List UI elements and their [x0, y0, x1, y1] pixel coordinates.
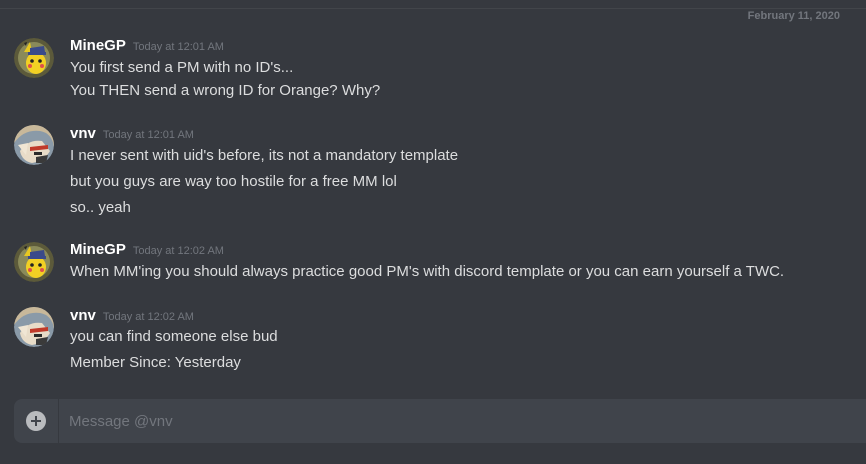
message-header: vnv Today at 12:02 AM	[70, 307, 194, 325]
avatar[interactable]	[14, 242, 54, 282]
anime-character-avatar-icon	[14, 307, 54, 347]
anime-character-avatar-icon	[14, 125, 54, 165]
message-header: MineGP Today at 12:01 AM	[70, 37, 224, 55]
date-divider: February 11, 2020	[0, 8, 866, 23]
message-text: so.. yeah	[70, 199, 131, 216]
timestamp: Today at 12:02 AM	[132, 245, 224, 257]
timestamp: Today at 12:02 AM	[102, 311, 194, 323]
message-input[interactable]	[69, 399, 849, 443]
avatar[interactable]	[14, 307, 54, 347]
pikachu-detective-avatar-icon	[14, 242, 54, 282]
avatar[interactable]	[14, 125, 54, 165]
timestamp: Today at 12:01 AM	[102, 129, 194, 141]
message-text: You THEN send a wrong ID for Orange? Why…	[70, 82, 381, 99]
message-text: but you guys are way too hostile for a f…	[70, 173, 397, 190]
username[interactable]: vnv	[70, 307, 96, 324]
timestamp: Today at 12:01 AM	[132, 41, 224, 53]
message-header: MineGP Today at 12:02 AM	[70, 241, 224, 259]
message-text: You first send a PM with no ID's...	[70, 59, 294, 76]
message-text: I never sent with uid's before, its not …	[70, 147, 459, 164]
username[interactable]: vnv	[70, 125, 96, 142]
message-text: Member Since: Yesterday	[70, 354, 241, 371]
composer-divider	[58, 399, 59, 443]
plus-circle-icon[interactable]	[26, 411, 46, 431]
date-divider-label: February 11, 2020	[737, 10, 850, 23]
username[interactable]: MineGP	[70, 37, 126, 54]
message-composer	[14, 399, 866, 443]
username[interactable]: MineGP	[70, 241, 126, 258]
pikachu-detective-avatar-icon	[14, 38, 54, 78]
avatar[interactable]	[14, 38, 54, 78]
message-text: you can find someone else bud	[70, 328, 278, 345]
message-header: vnv Today at 12:01 AM	[70, 125, 194, 143]
message-text: When MM'ing you should always practice g…	[70, 263, 785, 280]
